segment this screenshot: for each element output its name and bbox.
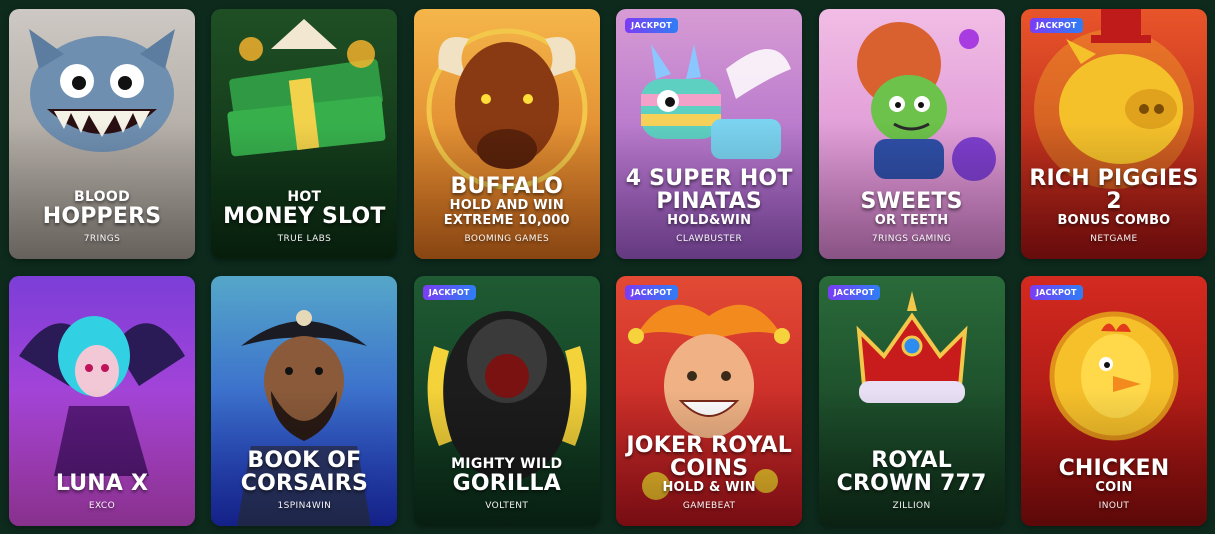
game-provider: GAMEBEAT	[682, 501, 736, 511]
game-title-block: MIGHTY WILD GORILLA VOLTENT	[414, 456, 600, 512]
game-title-block: RICH PIGGIES 2 BONUS COMBO NETGAME	[1021, 167, 1207, 245]
game-provider: 1SPIN4WIN	[277, 501, 332, 511]
game-title-block: ROYAL CROWN 777 ZILLION	[819, 449, 1005, 512]
game-provider: VOLTENT	[485, 501, 529, 511]
game-title-block: CHICKEN COIN INOUT	[1021, 457, 1207, 512]
game-card[interactable]: JACKPOT RICH PIGGIES 2 BONUS COMBO NETGAME	[1020, 9, 1207, 259]
game-title: RICH PIGGIES 2	[1029, 166, 1199, 214]
game-card[interactable]: SWEETS OR TEETH 7RINGS GAMING	[818, 9, 1005, 259]
game-title: ROYAL CROWN 777	[836, 448, 987, 496]
game-title-block: JOKER ROYAL COINS HOLD & WIN GAMEBEAT	[616, 434, 802, 512]
game-provider: ZILLION	[892, 501, 931, 511]
game-subtitle: OR TEETH	[874, 213, 949, 228]
game-provider: TRUE LABS	[277, 234, 332, 244]
game-title-block: 4 SUPER HOT PINATAS HOLD&WIN CLAWBUSTER	[616, 167, 802, 245]
game-title-top: HOT	[287, 189, 322, 205]
jackpot-badge: JACKPOT	[827, 285, 881, 300]
game-title: GORILLA	[452, 471, 561, 496]
game-title: BUFFALO	[450, 174, 564, 199]
game-title-block: SWEETS OR TEETH 7RINGS GAMING	[819, 190, 1005, 245]
game-title: CHICKEN	[1058, 456, 1170, 481]
jackpot-badge: JACKPOT	[1029, 18, 1083, 33]
game-title: BOOK OF CORSAIRS	[240, 448, 368, 496]
game-subtitle: HOLD&WIN	[667, 213, 752, 228]
game-title: MONEY SLOT	[223, 204, 386, 229]
game-grid: BLOOD HOPPERS 7RINGS HOT MONEY SLOT TRUE LAB…	[9, 9, 1207, 526]
game-title: SWEETS	[860, 189, 963, 214]
game-subtitle: HOLD & WIN	[662, 480, 756, 495]
game-card[interactable]: BLOOD HOPPERS 7RINGS	[9, 9, 195, 259]
game-title: HOPPERS	[42, 204, 162, 229]
game-title-block: BOOK OF CORSAIRS 1SPIN4WIN	[211, 449, 397, 512]
game-card[interactable]: JACKPOT 4 SUPER HOT PINATAS HOLD&WIN CLAWBU…	[616, 9, 803, 259]
game-title-block: BUFFALO HOLD AND WIN EXTREME 10,000 BOOMIN…	[414, 175, 600, 245]
game-title-top: MIGHTY WILD	[451, 456, 563, 472]
game-card[interactable]: JACKPOT ROYAL CROWN 777 ZILLION	[818, 276, 1005, 526]
jackpot-badge: JACKPOT	[625, 285, 678, 300]
game-subtitle: COIN	[1095, 480, 1133, 495]
game-provider: 7RINGS	[83, 234, 121, 244]
game-title-block: HOT MONEY SLOT TRUE LABS	[211, 189, 397, 245]
game-title-top: BLOOD	[73, 189, 131, 205]
game-title: JOKER ROYAL COINS	[626, 433, 792, 481]
game-subtitle: HOLD AND WIN EXTREME 10,000	[443, 198, 570, 228]
game-card[interactable]: HOT MONEY SLOT TRUE LABS	[211, 9, 398, 259]
jackpot-badge: JACKPOT	[422, 285, 476, 300]
game-card[interactable]: BOOK OF CORSAIRS 1SPIN4WIN	[211, 276, 398, 526]
game-provider: INOUT	[1098, 501, 1130, 511]
jackpot-badge: JACKPOT	[625, 18, 678, 33]
game-card[interactable]: JACKPOT JOKER ROYAL COINS HOLD & WIN GAMEBE…	[616, 276, 803, 526]
game-provider: NETGAME	[1090, 234, 1138, 244]
game-title-block: LUNA X EXCO	[9, 472, 195, 512]
game-provider: BOOMING GAMES	[464, 234, 550, 244]
game-subtitle: BONUS COMBO	[1057, 213, 1171, 228]
game-card[interactable]: BUFFALO HOLD AND WIN EXTREME 10,000 BOOMIN…	[413, 9, 600, 259]
game-provider: EXCO	[88, 501, 116, 511]
game-title: LUNA X	[55, 471, 149, 496]
game-card[interactable]: JACKPOT CHICKEN COIN INOUT	[1020, 276, 1207, 526]
game-title: 4 SUPER HOT PINATAS	[625, 166, 793, 214]
game-card[interactable]: LUNA X EXCO	[9, 276, 195, 526]
game-card[interactable]: JACKPOT MIGHTY WILD GORILLA VOLTENT	[413, 276, 600, 526]
game-provider: 7RINGS GAMING	[871, 234, 952, 244]
jackpot-badge: JACKPOT	[1029, 285, 1083, 300]
game-provider: CLAWBUSTER	[676, 234, 743, 244]
game-title-block: BLOOD HOPPERS 7RINGS	[9, 189, 195, 245]
